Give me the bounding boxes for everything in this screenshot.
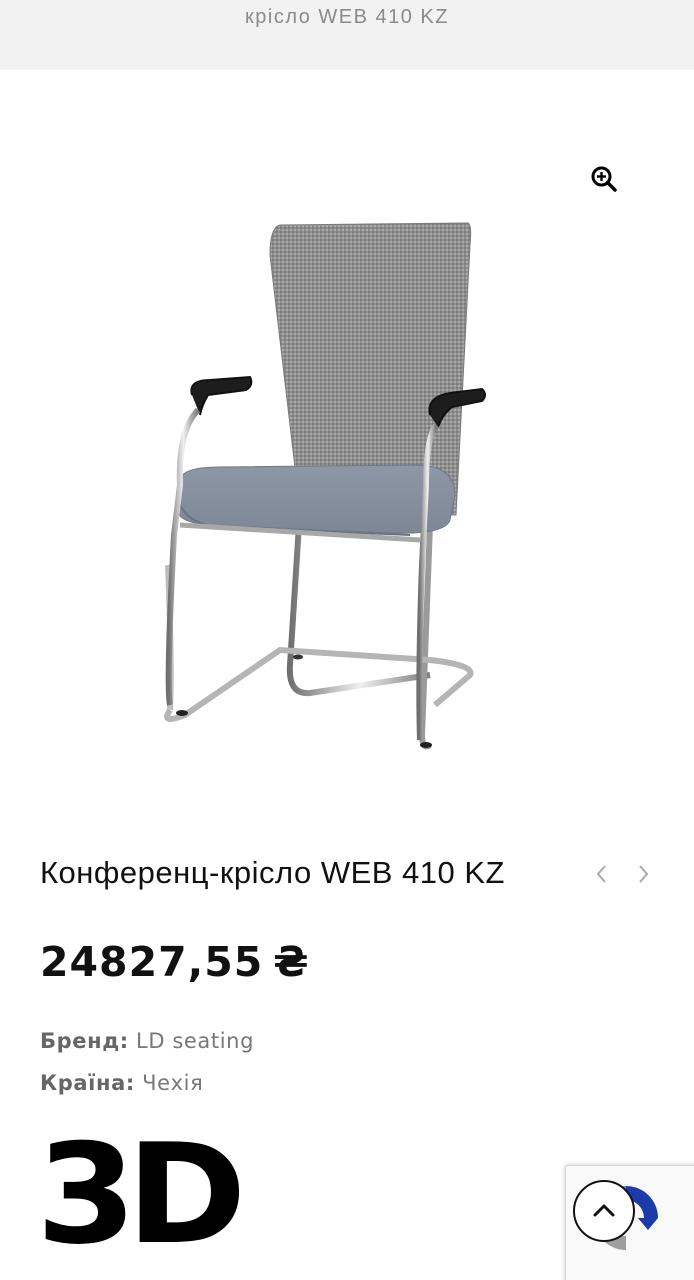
currency-symbol: ₴ [273,938,310,986]
country-row: Країна: Чехія [40,1071,203,1095]
chevron-left-icon[interactable] [591,862,613,886]
product-image[interactable] [130,205,530,765]
country-label: Країна: [40,1071,135,1095]
scroll-to-top-button[interactable] [573,1180,635,1242]
country-value: Чехія [142,1071,204,1095]
brand-row: Бренд: LD seating [40,1029,254,1053]
product-title: Конференц-крісло WEB 410 KZ [40,855,505,890]
chevron-up-icon [593,1204,615,1217]
product-price: 24827,55 ₴ [40,938,310,986]
top-bar: крісло WEB 410 KZ [0,0,694,70]
price-value: 24827,55 [40,938,264,986]
3d-logo: 3D [36,1114,247,1275]
zoom-in-icon[interactable] [590,165,618,193]
brand-label: Бренд: [40,1029,129,1053]
breadcrumb: крісло WEB 410 KZ [245,6,449,28]
brand-value: LD seating [136,1029,255,1053]
chevron-right-icon[interactable] [632,862,654,886]
